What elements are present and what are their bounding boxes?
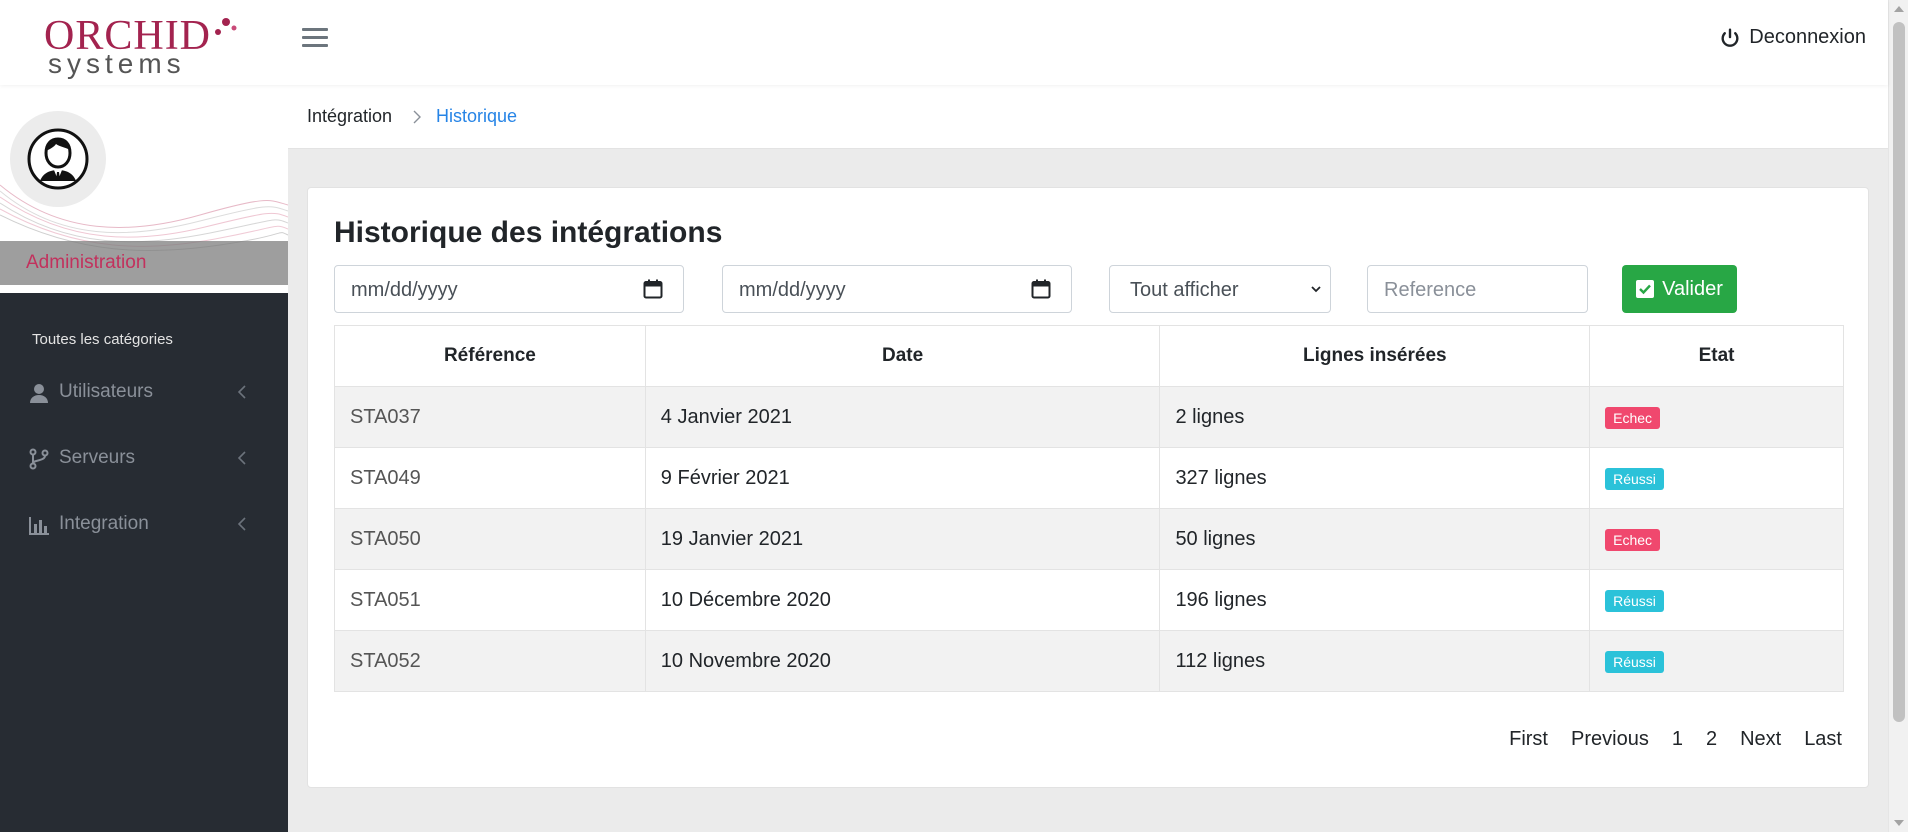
- page-scrollbar[interactable]: [1888, 0, 1908, 832]
- sidebar: Administration Toutes les catégories Uti…: [0, 85, 288, 832]
- user-avatar-icon: [27, 128, 89, 190]
- date-from-input[interactable]: mm/dd/yyyy: [334, 265, 684, 313]
- sidebar-item-label: Utilisateurs: [59, 381, 153, 402]
- chevron-left-icon: [237, 451, 246, 465]
- reference-input[interactable]: Reference: [1367, 265, 1588, 313]
- breadcrumb-parent[interactable]: Intégration: [307, 106, 392, 127]
- role-band: Administration: [0, 241, 288, 285]
- orchid-logo[interactable]: ORCHID systems: [44, 14, 237, 79]
- calendar-icon[interactable]: [643, 279, 663, 299]
- sidebar-item-serveurs[interactable]: Serveurs: [0, 436, 288, 480]
- status-badge: Echec: [1605, 406, 1661, 429]
- column-header-status[interactable]: Etat: [1589, 325, 1844, 387]
- validate-label: Valider: [1662, 277, 1723, 300]
- cell-lines: 327 lignes: [1159, 447, 1591, 509]
- status-badge: Réussi: [1605, 467, 1664, 490]
- column-header-reference[interactable]: Référence: [334, 325, 646, 387]
- categories-title: Toutes les catégories: [32, 331, 173, 348]
- cell-date: 19 Janvier 2021: [644, 508, 1161, 570]
- history-card: Historique des intégrations mm/dd/yyyy m…: [307, 187, 1869, 788]
- chevron-left-icon: [237, 517, 246, 531]
- cell-status: Réussi: [1589, 569, 1844, 631]
- date-to-placeholder: mm/dd/yyyy: [739, 279, 846, 301]
- menu-toggle-icon[interactable]: [302, 28, 328, 54]
- cell-reference: STA050: [334, 508, 646, 570]
- cell-date: 4 Janvier 2021: [644, 386, 1161, 448]
- cell-lines: 50 lignes: [1159, 508, 1591, 570]
- cell-status: Echec: [1589, 508, 1844, 570]
- top-header: ORCHID systems Deconnexion: [0, 0, 1888, 85]
- cell-reference: STA051: [334, 569, 646, 631]
- cell-date: 10 Novembre 2020: [644, 630, 1161, 692]
- sidebar-item-label: Serveurs: [59, 447, 136, 468]
- logout-label: Deconnexion: [1749, 26, 1866, 48]
- page-title: Historique des intégrations: [334, 216, 723, 249]
- chevron-right-icon: [413, 110, 421, 124]
- table-header-row: Référence Date Lignes insérées Etat: [334, 325, 1844, 387]
- cell-status: Réussi: [1589, 447, 1844, 509]
- reference-placeholder: Reference: [1384, 279, 1477, 301]
- pagination-first[interactable]: First: [1509, 728, 1548, 751]
- date-to-input[interactable]: mm/dd/yyyy: [722, 265, 1072, 313]
- sidebar-item-integration[interactable]: Integration: [0, 502, 288, 546]
- pagination-page-2[interactable]: 2: [1706, 728, 1717, 751]
- pagination-last[interactable]: Last: [1804, 728, 1842, 751]
- scroll-up-arrow[interactable]: [1894, 6, 1904, 12]
- validate-button[interactable]: Valider: [1622, 265, 1737, 313]
- cell-lines: 2 lignes: [1159, 386, 1591, 448]
- power-icon: [1721, 28, 1739, 47]
- sidebar-item-label: Integration: [59, 513, 149, 534]
- table-row[interactable]: STA037 4 Janvier 2021 2 lignes Echec: [334, 386, 1844, 448]
- cell-status: Réussi: [1589, 630, 1844, 692]
- cell-status: Echec: [1589, 386, 1844, 448]
- cell-date: 9 Février 2021: [644, 447, 1161, 509]
- logo-dots-icon: [215, 18, 237, 35]
- avatar[interactable]: [10, 111, 106, 207]
- date-from-placeholder: mm/dd/yyyy: [351, 279, 458, 301]
- pagination-page-1[interactable]: 1: [1672, 728, 1683, 751]
- column-header-date[interactable]: Date: [644, 325, 1161, 387]
- table-row[interactable]: STA049 9 Février 2021 327 lignes Réussi: [334, 447, 1844, 509]
- calendar-icon[interactable]: [1031, 279, 1051, 299]
- cell-reference: STA049: [334, 447, 646, 509]
- profile-panel: Administration: [0, 85, 288, 293]
- breadcrumb-current: Historique: [436, 106, 518, 126]
- chevron-left-icon: [237, 385, 246, 399]
- status-badge: Réussi: [1605, 650, 1664, 673]
- column-header-lines[interactable]: Lignes insérées: [1159, 325, 1591, 387]
- cell-lines: 196 lignes: [1159, 569, 1591, 631]
- sidebar-item-utilisateurs[interactable]: Utilisateurs: [0, 370, 288, 414]
- history-table: Référence Date Lignes insérées Etat STA0…: [334, 325, 1844, 692]
- status-badge: Réussi: [1605, 589, 1664, 612]
- scroll-down-arrow[interactable]: [1894, 820, 1904, 826]
- bar-chart-icon: [29, 517, 49, 535]
- table-row[interactable]: STA052 10 Novembre 2020 112 lignes Réuss…: [334, 630, 1844, 692]
- status-badge: Echec: [1605, 528, 1661, 551]
- cell-lines: 112 lignes: [1159, 630, 1591, 692]
- pagination-previous[interactable]: Previous: [1571, 728, 1649, 751]
- status-selected-value: Tout afficher: [1130, 279, 1239, 301]
- cell-reference: STA037: [334, 386, 646, 448]
- cell-date: 10 Décembre 2020: [644, 569, 1161, 631]
- table-row[interactable]: STA051 10 Décembre 2020 196 lignes Réuss…: [334, 569, 1844, 631]
- breadcrumb: Intégration Historique: [288, 85, 1888, 149]
- logo-subtitle: systems: [48, 48, 186, 79]
- status-select[interactable]: Tout afficher: [1109, 265, 1331, 313]
- scrollbar-thumb[interactable]: [1893, 22, 1905, 722]
- table-row[interactable]: STA050 19 Janvier 2021 50 lignes Echec: [334, 508, 1844, 570]
- pagination: First Previous 1 2 Next Last: [1509, 728, 1842, 751]
- branch-icon: [29, 448, 49, 470]
- logout-button[interactable]: Deconnexion: [1719, 26, 1866, 49]
- pagination-next[interactable]: Next: [1740, 728, 1781, 751]
- check-square-icon: [1636, 280, 1655, 298]
- cell-reference: STA052: [334, 630, 646, 692]
- chevron-down-icon: [1311, 286, 1321, 293]
- role-label: Administration: [26, 252, 147, 273]
- user-icon: [30, 384, 48, 403]
